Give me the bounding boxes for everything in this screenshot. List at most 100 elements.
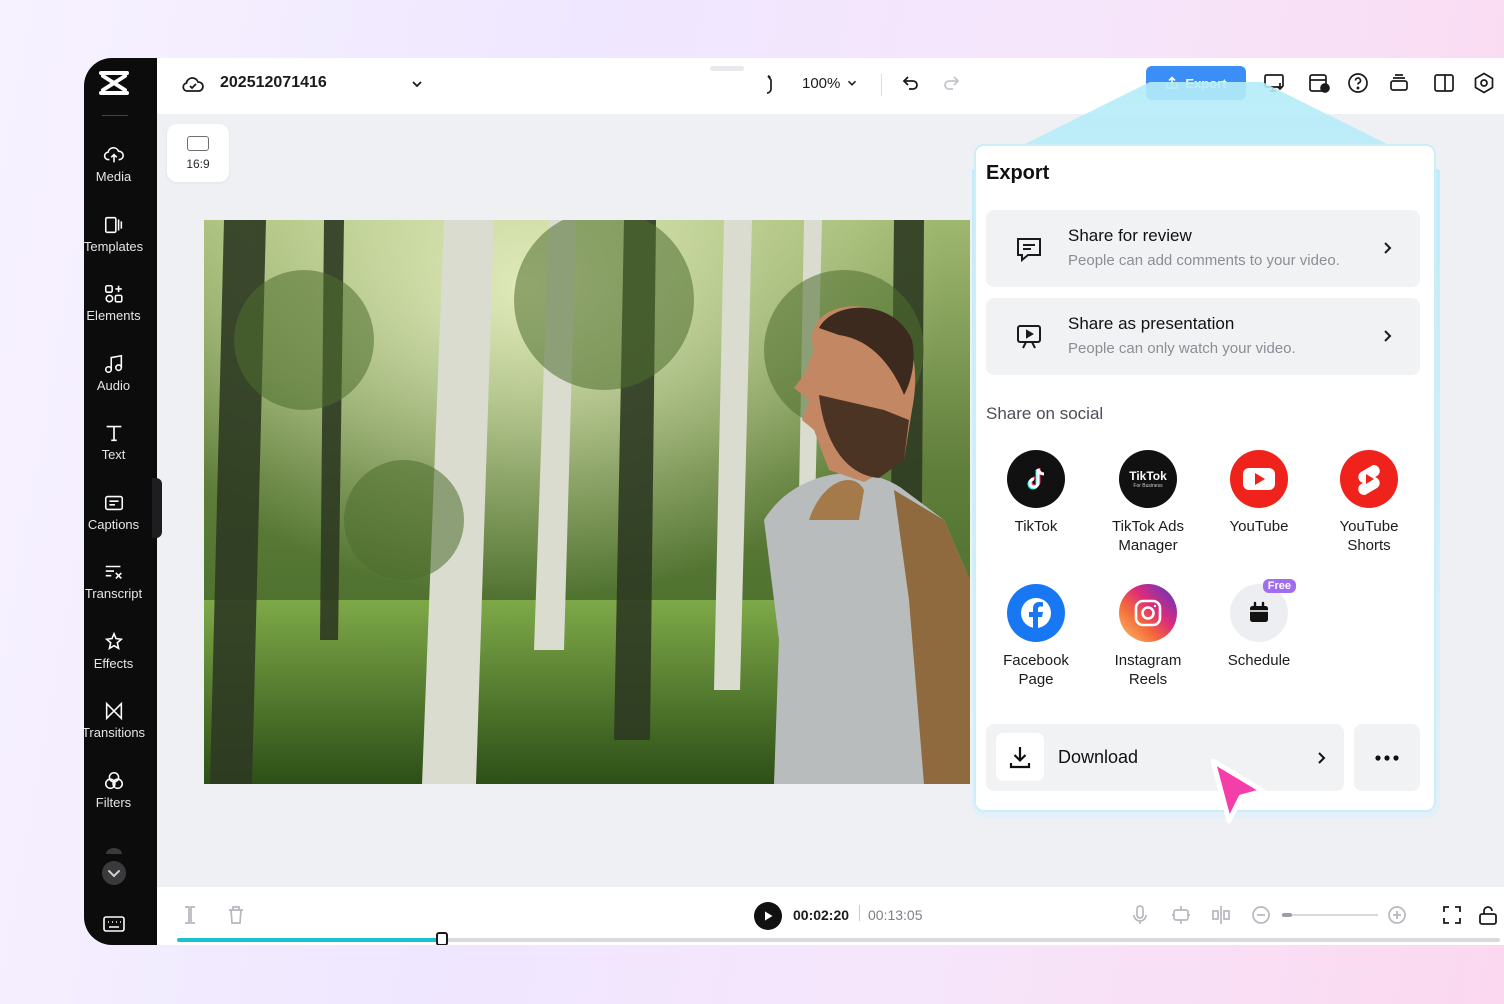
export-panel-title: Export	[986, 162, 1050, 184]
video-preview[interactable]	[204, 220, 970, 784]
hand-tool-icon[interactable]	[759, 72, 781, 96]
social-label: Schedule	[1227, 652, 1291, 669]
chevron-down-icon[interactable]	[845, 76, 859, 90]
social-label: YouTube	[1229, 518, 1289, 535]
music-note-icon	[104, 354, 122, 374]
drag-tab	[710, 66, 744, 71]
align-center-icon[interactable]	[1210, 904, 1232, 926]
keyboard-icon[interactable]	[102, 914, 126, 934]
sidebar-item-label: Transcript	[84, 586, 143, 601]
chevron-right-icon	[1384, 242, 1392, 254]
sidebar-item-text[interactable]: Text	[84, 422, 143, 482]
sidebar-item-captions[interactable]: Captions	[84, 492, 143, 552]
sidebar-item-audio[interactable]: Audio	[84, 353, 143, 413]
share-review-subtitle: People can add comments to your video.	[1068, 252, 1340, 269]
download-button[interactable]: Download	[986, 724, 1344, 791]
youtube-icon	[1230, 450, 1288, 508]
sidebar-item-label: Elements	[86, 308, 141, 323]
zoom-out-icon[interactable]	[1250, 904, 1272, 926]
redo-icon[interactable]	[942, 72, 964, 94]
youtube-shorts-icon	[1340, 450, 1398, 508]
share-as-presentation-button[interactable]: Share as presentation People can only wa…	[986, 298, 1420, 375]
hiker-forest-image	[204, 220, 970, 784]
chevron-right-icon	[1318, 752, 1326, 764]
project-name[interactable]: 202512071416	[220, 74, 327, 92]
sidebar-item-label: Audio	[96, 378, 131, 393]
timeline-progress-fill	[177, 938, 442, 942]
lock-icon[interactable]	[1477, 904, 1499, 926]
cloud-sync-icon[interactable]	[181, 73, 205, 95]
split-panel-icon[interactable]	[1432, 71, 1456, 95]
social-label: YouTube Shorts	[1339, 518, 1399, 554]
play-button[interactable]	[754, 902, 782, 930]
sidebar-item-effects[interactable]: Effects	[84, 631, 143, 691]
more-tools-chevron-icon[interactable]	[100, 846, 128, 886]
effects-icon	[104, 631, 123, 651]
playhead-handle[interactable]	[435, 932, 448, 945]
auto-captions-icon[interactable]	[1170, 904, 1192, 926]
sidebar-item-filters[interactable]: Filters	[84, 770, 143, 830]
toolbar-divider	[881, 74, 882, 96]
cloud-upload-icon	[103, 147, 124, 163]
split-icon[interactable]	[179, 904, 201, 926]
sidebar-item-transcript[interactable]: Transcript	[84, 561, 143, 621]
social-instagram-reels[interactable]: Instagram Reels	[1098, 584, 1198, 689]
stack-icon[interactable]	[1387, 71, 1411, 95]
zoom-slider-handle[interactable]	[1282, 913, 1292, 917]
share-review-title: Share for review	[1068, 226, 1192, 245]
tiktok-icon	[1007, 450, 1065, 508]
sidebar-item-elements[interactable]: Elements	[84, 283, 143, 343]
fullscreen-icon[interactable]	[1441, 904, 1463, 926]
presentation-icon	[1017, 325, 1041, 349]
settings-icon[interactable]	[1472, 71, 1496, 95]
export-panel: Export Share for review People can add c…	[974, 144, 1436, 812]
social-tiktok-ads-manager[interactable]: TikTok For Business TikTok Ads Manager	[1098, 450, 1198, 555]
capcut-logo	[99, 71, 129, 95]
aspect-ratio-button[interactable]: 16:9	[167, 124, 229, 182]
social-facebook-page[interactable]: Facebook Page	[986, 584, 1086, 689]
calendar-icon: Free	[1230, 579, 1296, 642]
social-label: TikTok	[1014, 518, 1058, 535]
more-options-button[interactable]	[1354, 724, 1420, 791]
sidebar-item-templates[interactable]: Templates	[84, 214, 143, 274]
tiktok-business-logo-text: TikTok	[1129, 468, 1167, 483]
social-label: TikTok Ads Manager	[1112, 518, 1184, 554]
elements-icon	[104, 284, 123, 303]
zoom-slider[interactable]	[1282, 914, 1378, 916]
captions-icon	[104, 495, 123, 511]
sidebar-collapse-handle[interactable]	[152, 478, 162, 538]
social-youtube-shorts[interactable]: YouTube Shorts	[1319, 450, 1419, 555]
sidebar-item-transitions[interactable]: Transitions	[84, 700, 146, 760]
chevron-right-icon	[1384, 330, 1392, 342]
text-icon	[106, 425, 121, 442]
chevron-down-icon[interactable]	[409, 76, 425, 92]
help-icon[interactable]	[1346, 71, 1370, 95]
social-tiktok[interactable]: TikTok	[986, 450, 1086, 536]
undo-icon[interactable]	[898, 72, 920, 94]
microphone-icon[interactable]	[1129, 904, 1151, 926]
share-for-review-button[interactable]: Share for review People can add comments…	[986, 210, 1420, 287]
sidebar-item-label: Effects	[93, 656, 134, 671]
share-presentation-title: Share as presentation	[1068, 314, 1235, 333]
aspect-ratio-label: 16:9	[186, 156, 210, 171]
timeline-progress[interactable]	[177, 932, 1500, 945]
social-schedule[interactable]: Free Schedule	[1209, 579, 1309, 670]
zoom-in-icon[interactable]	[1386, 904, 1408, 926]
time-divider	[859, 905, 860, 921]
sidebar: Media Templates Elements Audio Text Capt…	[84, 58, 162, 945]
delete-icon[interactable]	[225, 904, 247, 926]
sidebar-item-label: Transitions	[84, 725, 146, 740]
transitions-icon	[105, 701, 122, 721]
zoom-level[interactable]: 100%	[802, 75, 840, 92]
sidebar-divider	[102, 115, 128, 116]
social-label: Facebook Page	[1003, 652, 1069, 688]
social-youtube[interactable]: YouTube	[1209, 450, 1309, 536]
playback-bar: 00:02:20 00:13:05	[157, 887, 1504, 945]
share-on-social-heading: Share on social	[986, 404, 1104, 423]
sidebar-item-media[interactable]: Media	[84, 144, 143, 204]
download-icon	[996, 733, 1044, 781]
play-icon	[765, 911, 773, 921]
social-label: Instagram Reels	[1114, 652, 1182, 688]
current-time: 00:02:20	[793, 907, 850, 923]
calendar-check-icon[interactable]	[1307, 71, 1331, 95]
